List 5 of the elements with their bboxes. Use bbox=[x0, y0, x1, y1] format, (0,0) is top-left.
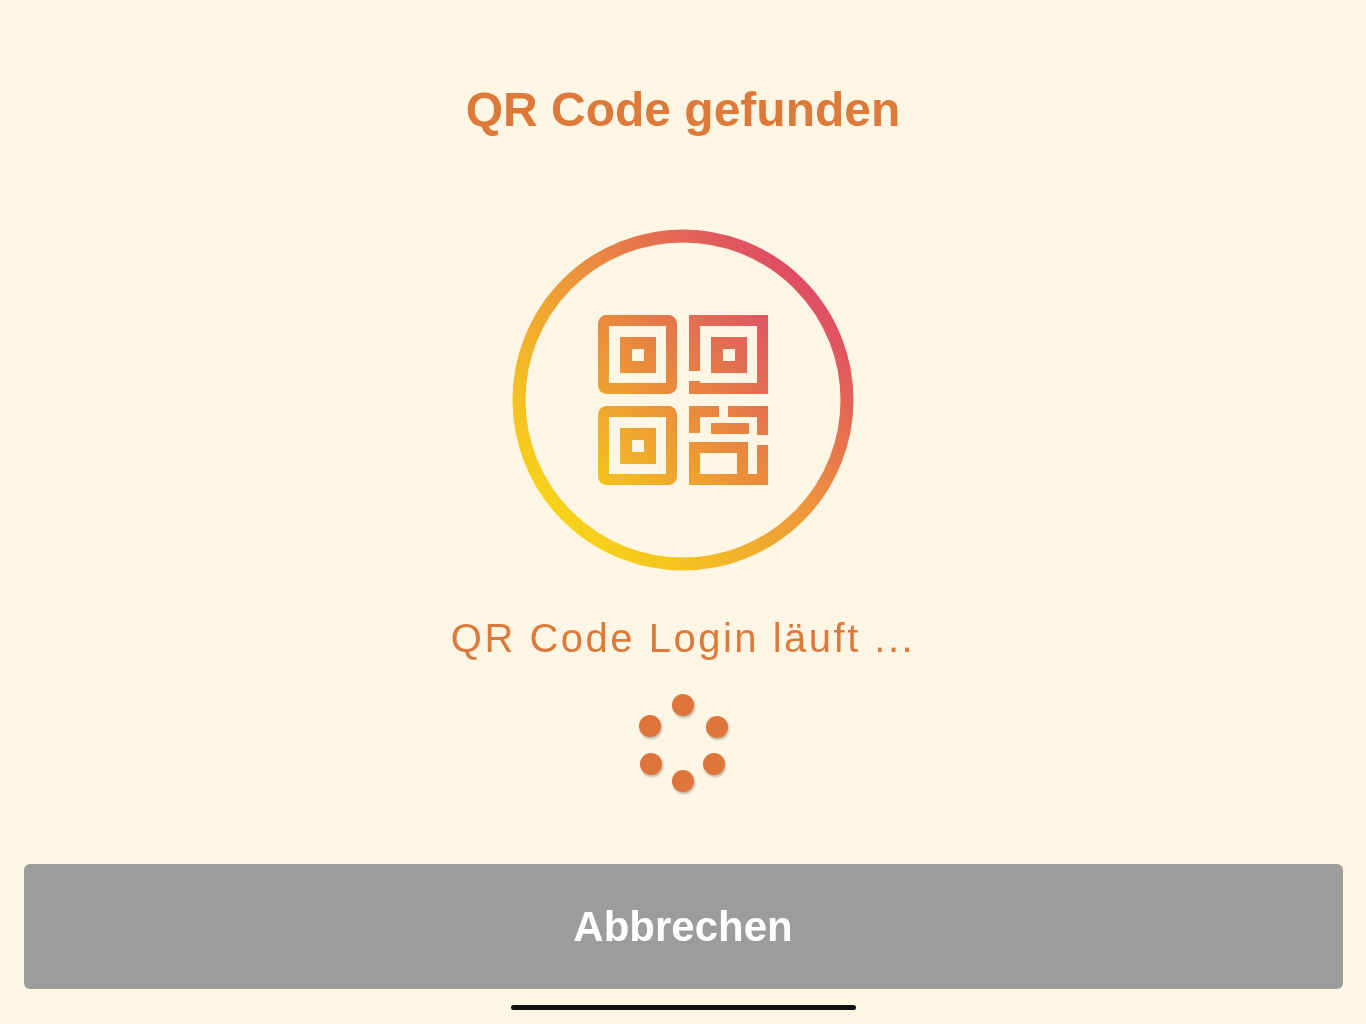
cancel-button[interactable]: Abbrechen bbox=[23, 864, 1343, 989]
status-text: QR Code Login läuft ... bbox=[450, 615, 916, 662]
qr-code-icon bbox=[511, 228, 855, 572]
home-indicator[interactable] bbox=[510, 1005, 856, 1010]
screen-title: QR Code gefunden bbox=[465, 82, 901, 138]
